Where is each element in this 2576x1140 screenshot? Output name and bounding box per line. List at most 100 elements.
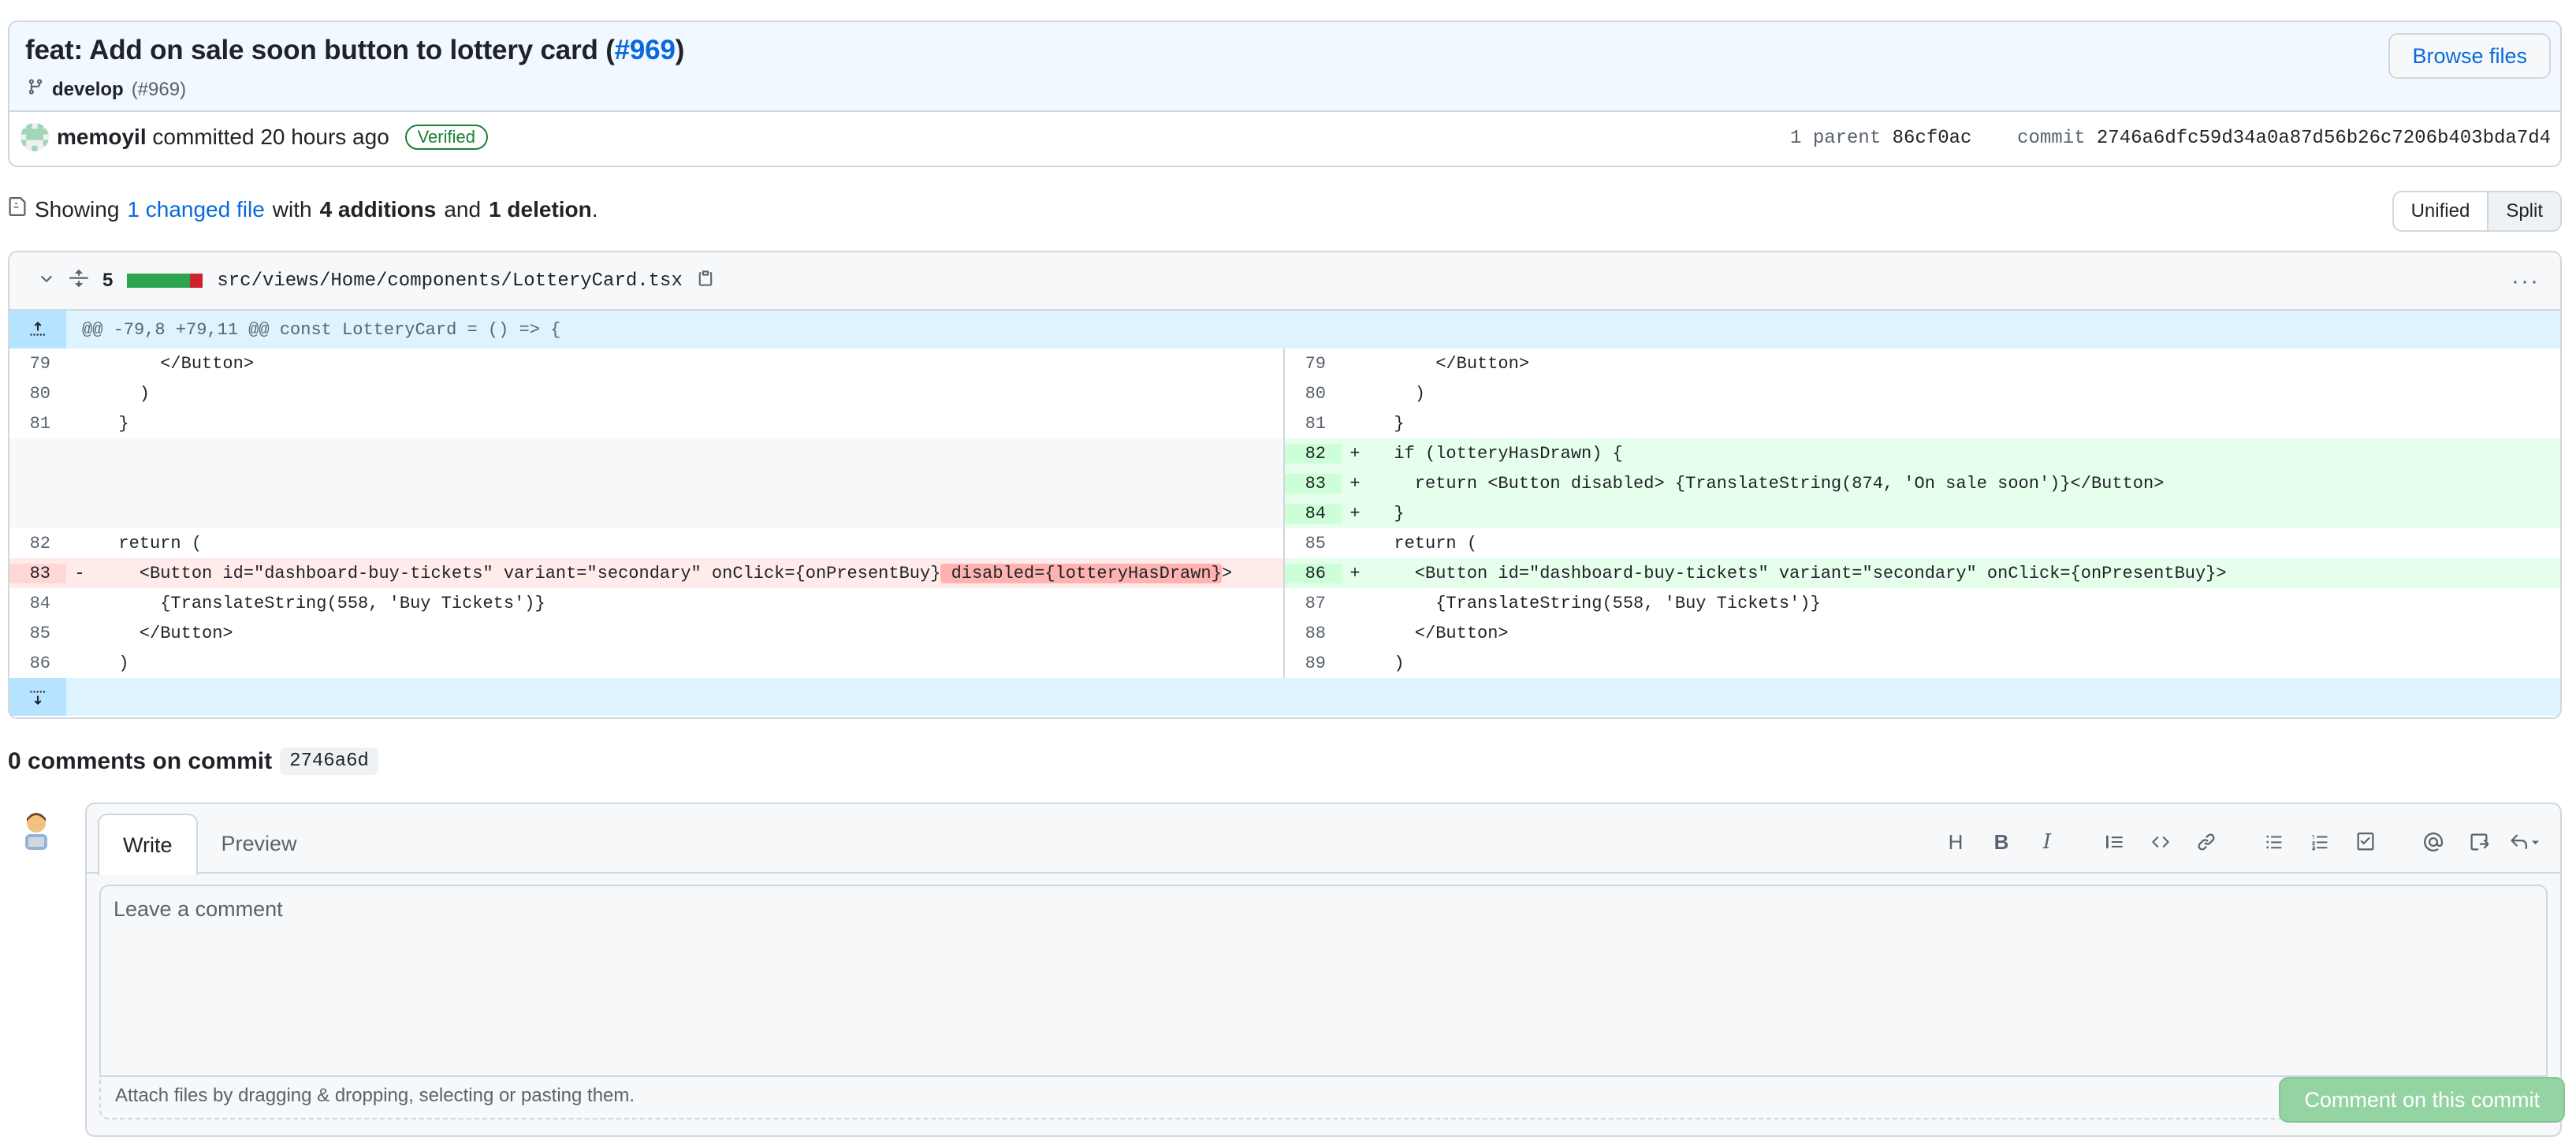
tab-write[interactable]: Write — [98, 814, 198, 875]
markdown-toolbar: H B I — [1933, 825, 2548, 859]
comment-textarea[interactable]: Leave a comment — [99, 885, 2548, 1077]
attach-files-area[interactable]: Attach files by dragging & dropping, sel… — [99, 1075, 2548, 1120]
left-diff-line: 86 ) — [9, 648, 1283, 678]
branch-icon — [27, 77, 44, 102]
chevron-down-icon[interactable] — [38, 268, 55, 293]
and-label: and — [444, 196, 482, 222]
code-text: {TranslateString(558, 'Buy Tickets')} — [98, 593, 545, 613]
reply-icon[interactable] — [2502, 825, 2548, 859]
code-text: } — [98, 413, 129, 434]
left-diff-line: 81 } — [9, 408, 1283, 438]
line-number[interactable]: 86 — [1285, 563, 1342, 583]
tab-preview[interactable]: Preview — [198, 814, 321, 874]
pr-link[interactable]: #969 — [615, 35, 676, 65]
commit-author-bar: memoyil committed 20 hours ago Verified … — [9, 112, 2560, 166]
right-diff-line: 86 + <Button id="dashboard-buy-tickets" v… — [1285, 558, 2560, 588]
code-text: } — [1373, 503, 1405, 523]
line-number[interactable]: 89 — [1285, 654, 1342, 673]
kebab-menu-icon[interactable]: ··· — [2511, 268, 2540, 295]
line-number[interactable]: 84 — [1285, 503, 1342, 523]
right-diff-line: 83 + return <Button disabled> {TranslateS… — [1285, 468, 2560, 498]
numbered-list-icon[interactable] — [2297, 825, 2343, 859]
right-diff-line: 82 + if (lotteryHasDrawn) { — [1285, 438, 2560, 468]
line-number[interactable]: 81 — [1285, 414, 1342, 434]
line-number[interactable]: 79 — [1285, 354, 1342, 374]
comment-submit-button[interactable]: Comment on this commit — [2279, 1077, 2565, 1123]
code-line: </Button> — [1368, 624, 2560, 643]
summary-period: . — [591, 196, 598, 222]
right-diff-line: 87 {TranslateString(558, 'Buy Tickets')} — [1285, 588, 2560, 618]
unified-view-button[interactable]: Unified — [2393, 192, 2488, 230]
line-number[interactable]: 81 — [9, 414, 66, 434]
code-icon[interactable] — [2138, 825, 2183, 859]
bullet-list-icon[interactable] — [2251, 825, 2297, 859]
line-number[interactable]: 87 — [1285, 594, 1342, 613]
code-text: </Button> — [1373, 623, 1509, 643]
code-line: } — [1368, 414, 2560, 434]
parent-hash[interactable]: 86cf0ac — [1893, 128, 1972, 149]
changed-files-link[interactable]: 1 changed file — [127, 197, 264, 222]
code-line: </Button> — [1368, 354, 2560, 374]
quote-icon[interactable] — [2092, 825, 2138, 859]
hunk-footer — [9, 678, 2560, 716]
browse-files-button[interactable]: Browse files — [2388, 33, 2551, 79]
left-diff-line — [9, 468, 1283, 498]
left-diff-line — [9, 438, 1283, 468]
mention-icon[interactable] — [2410, 825, 2456, 859]
italic-icon[interactable]: I — [2024, 825, 2070, 859]
line-number[interactable]: 85 — [1285, 534, 1342, 553]
comments-title: 0 comments on commit — [8, 747, 273, 774]
file-path[interactable]: src/views/Home/components/LotteryCard.ts… — [217, 270, 683, 292]
diff-summary: Showing 1 changed file with 4 additions … — [8, 196, 598, 223]
right-diff-line: 80 ) — [1285, 378, 2560, 408]
line-number[interactable]: 82 — [1285, 443, 1342, 464]
branch-name[interactable]: develop — [52, 79, 124, 101]
line-number[interactable]: 80 — [1285, 384, 1342, 404]
link-icon[interactable] — [2183, 825, 2229, 859]
line-number[interactable]: 79 — [9, 354, 66, 374]
commit-action: committed 20 hours ago — [152, 125, 389, 149]
code-text: ) — [1373, 383, 1426, 404]
reference-icon[interactable] — [2456, 825, 2502, 859]
commit-header: feat: Add on sale soon button to lottery… — [8, 20, 2562, 167]
hunk-text: @@ -79,8 +79,11 @@ const LotteryCard = (… — [82, 319, 561, 340]
code-text: <Button id="dashboard-buy-tickets" varia… — [1373, 563, 2227, 583]
diff-sign: + — [1349, 563, 1361, 583]
split-view-button[interactable]: Split — [2487, 192, 2560, 230]
code-text: </Button> — [1373, 353, 1530, 374]
right-diff-line: 81 } — [1285, 408, 2560, 438]
line-number[interactable]: 85 — [9, 624, 66, 643]
commit-sha-chip: 2746a6d — [280, 747, 378, 775]
code-text: } — [1373, 413, 1405, 434]
left-diff-line: 85 </Button> — [9, 618, 1283, 648]
comments-heading: 0 comments on commit 2746a6d — [8, 747, 378, 775]
bold-icon[interactable]: B — [1979, 825, 2024, 859]
task-list-icon[interactable] — [2343, 825, 2388, 859]
heading-icon[interactable]: H — [1933, 825, 1979, 859]
line-number[interactable]: 86 — [9, 654, 66, 673]
line-number[interactable]: 88 — [1285, 624, 1342, 643]
left-diff-line: 79 </Button> — [9, 348, 1283, 378]
line-number[interactable]: 83 — [1285, 473, 1342, 494]
right-diff-line: 79 </Button> — [1285, 348, 2560, 378]
copy-icon[interactable] — [697, 268, 714, 294]
author-avatar[interactable] — [20, 123, 49, 151]
split-diff: 79 </Button> 80 ) 81 } 82 return (83- <Butt… — [9, 348, 2560, 678]
left-diff-line — [9, 498, 1283, 528]
user-avatar[interactable] — [14, 807, 58, 851]
author-name[interactable]: memoyil — [57, 125, 147, 149]
line-number[interactable]: 82 — [9, 534, 66, 553]
verified-badge[interactable]: Verified — [404, 125, 488, 150]
line-number[interactable]: 84 — [9, 594, 66, 613]
additions-count: 4 additions — [319, 196, 437, 222]
expand-all-icon[interactable] — [69, 268, 88, 294]
commit-meta: 1 parent 86cf0ac commit 2746a6dfc59d34a0… — [1790, 128, 2551, 149]
line-number[interactable]: 83 — [9, 563, 66, 583]
diff-sign: + — [1349, 473, 1361, 494]
left-diff-line: 83- <Button id="dashboard-buy-tickets" v… — [9, 558, 1283, 588]
expand-up-icon[interactable] — [9, 311, 66, 348]
line-number[interactable]: 80 — [9, 384, 66, 404]
expand-down-icon[interactable] — [9, 678, 66, 716]
branch-pr[interactable]: (#969) — [132, 79, 186, 101]
code-line: </Button> — [93, 624, 1283, 643]
